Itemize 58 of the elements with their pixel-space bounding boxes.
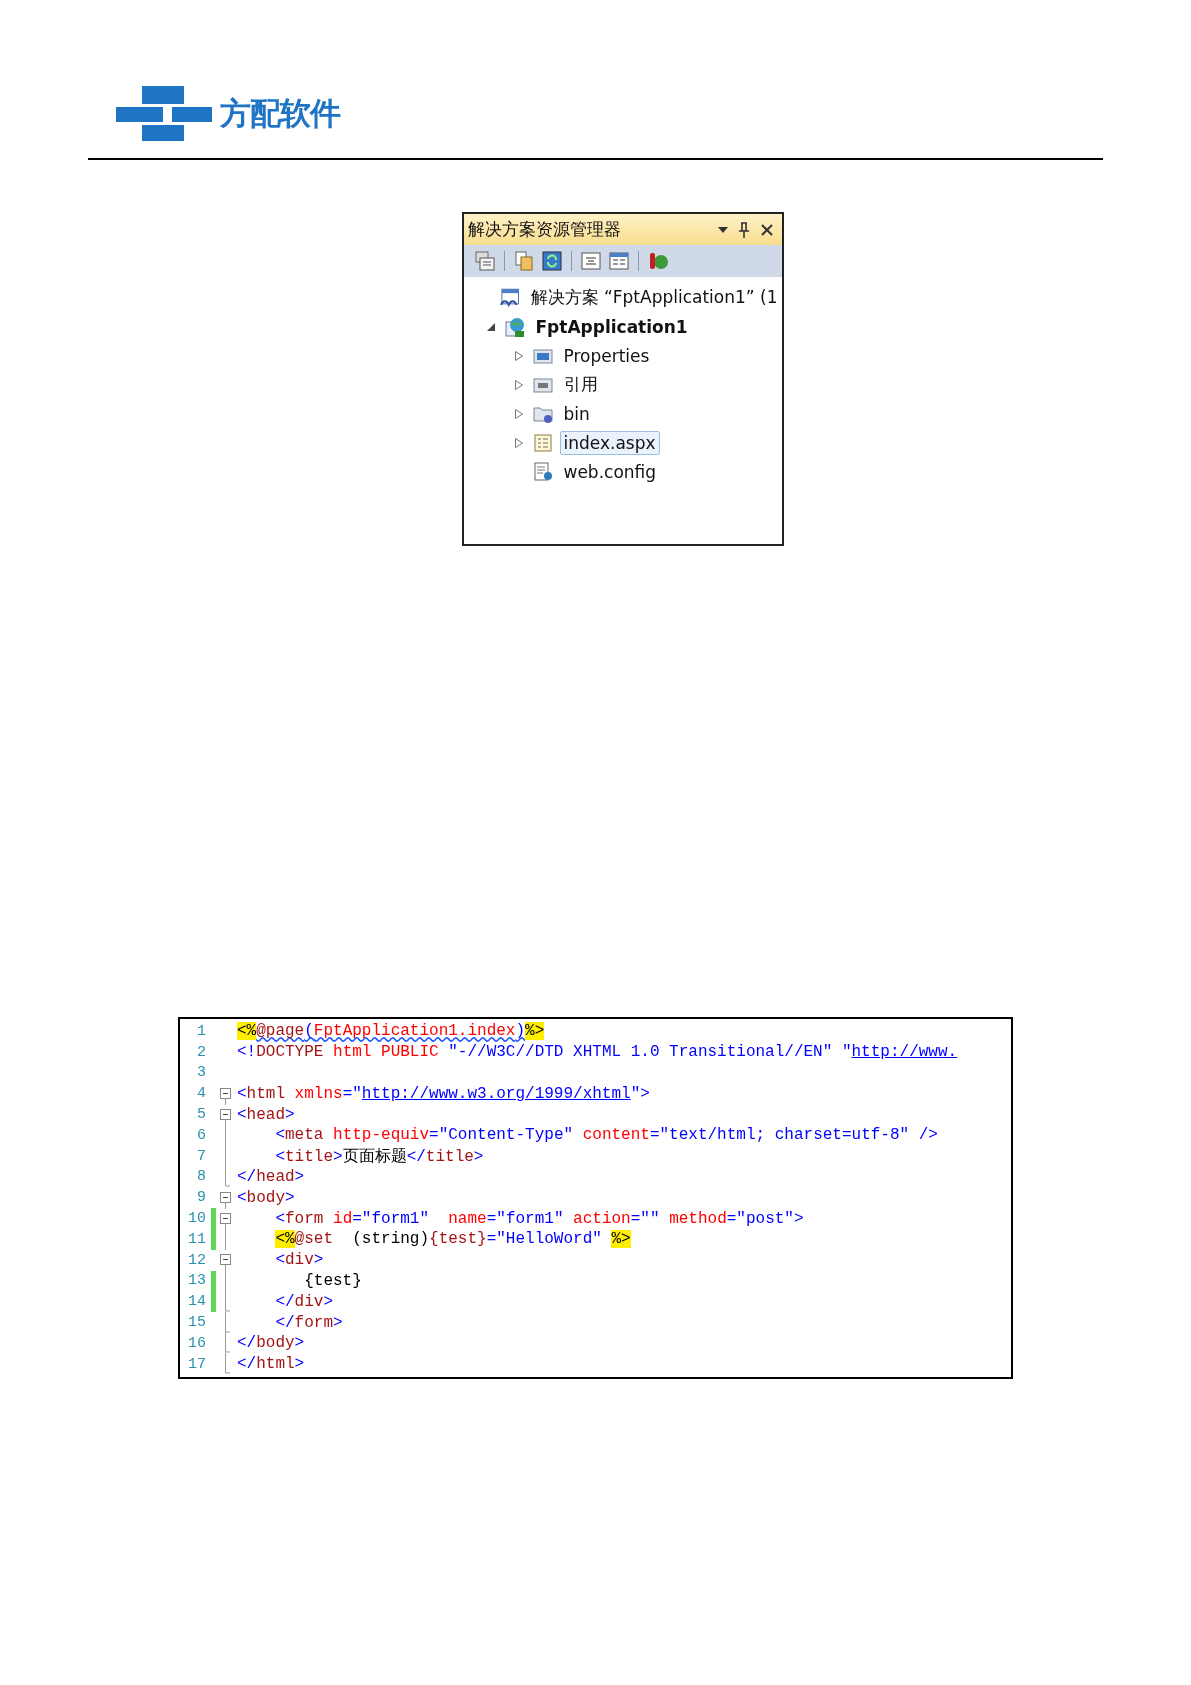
documents-icon[interactable] <box>512 250 535 272</box>
panel-title: 解决方案资源管理器 <box>467 218 621 241</box>
code-line: <html xmlns="http://www.w3.org/1999/xhtml"> <box>237 1084 651 1103</box>
line-number: 16 <box>187 1334 206 1352</box>
line-number: 1 <box>196 1022 206 1040</box>
pin-icon[interactable] <box>737 221 750 238</box>
line-number: 15 <box>187 1314 206 1332</box>
collapsed-triangle-icon[interactable] <box>514 408 523 419</box>
properties-icon[interactable] <box>473 250 496 272</box>
line-number: 14 <box>187 1293 206 1311</box>
code-line: <!DOCTYPE html PUBLIC "-//W3C//DTD XHTML 1.0 Transitional//EN" "http://www. <box>237 1043 959 1062</box>
refresh-icon[interactable] <box>540 250 563 272</box>
close-icon[interactable] <box>759 222 774 237</box>
solution-icon <box>499 286 521 309</box>
line-number: 6 <box>196 1126 206 1144</box>
code-line: <head> <box>237 1105 296 1124</box>
line-number: 3 <box>196 1064 206 1082</box>
code-line: </html> <box>237 1355 306 1374</box>
line-number: 12 <box>187 1251 206 1269</box>
dropdown-icon[interactable] <box>717 226 728 233</box>
collapsed-triangle-icon[interactable] <box>514 350 523 361</box>
line-number: 9 <box>196 1189 206 1207</box>
code-line: </head> <box>237 1167 306 1186</box>
code-line: <div> <box>274 1251 325 1270</box>
code-line: </div> <box>274 1292 335 1311</box>
line-number: 4 <box>196 1085 206 1103</box>
collapsed-triangle-icon[interactable] <box>514 379 523 390</box>
tree-item[interactable]: web.config <box>559 459 661 484</box>
line-number: 8 <box>196 1168 206 1186</box>
designer-view-icon[interactable] <box>607 250 630 272</box>
code-line: <meta http-equiv="Content-Type" content="text/html; charset=utf-8" /> <box>274 1126 939 1145</box>
line-number: 17 <box>187 1355 206 1373</box>
line-number: 13 <box>187 1272 206 1290</box>
globe-project-icon <box>503 315 526 338</box>
code-line: </body> <box>237 1334 306 1353</box>
logo-text: 方配软件 <box>220 94 340 133</box>
tree-item[interactable]: index.aspx <box>559 430 660 455</box>
page-file-icon <box>531 431 554 454</box>
code-line: <body> <box>237 1188 296 1207</box>
expanded-triangle-icon[interactable] <box>486 322 495 331</box>
line-number: 10 <box>187 1210 206 1228</box>
line-number: 5 <box>196 1106 206 1124</box>
tree-item[interactable]: Properties <box>559 343 654 368</box>
config-file-icon <box>531 460 554 483</box>
tree-item[interactable]: 引用 <box>559 371 602 398</box>
logo-icon <box>116 86 212 142</box>
line-number: 11 <box>187 1230 206 1248</box>
line-number: 2 <box>196 1043 206 1061</box>
collapsed-triangle-icon[interactable] <box>514 437 523 448</box>
code-line: </form> <box>274 1313 344 1332</box>
tree-item[interactable]: 解决方案 “FptApplication1” (1 <box>526 284 782 311</box>
tree-item[interactable]: FptApplication1 <box>531 314 692 339</box>
code-view-icon[interactable] <box>579 250 602 272</box>
code-line: {test} <box>303 1271 363 1290</box>
code-line: <form id="form1" name="form1" action="" method="post"> <box>274 1209 805 1228</box>
code-line: <title>页面标题</title> <box>274 1146 485 1167</box>
tree-item[interactable]: bin <box>559 401 594 426</box>
line-number: 7 <box>196 1147 206 1165</box>
